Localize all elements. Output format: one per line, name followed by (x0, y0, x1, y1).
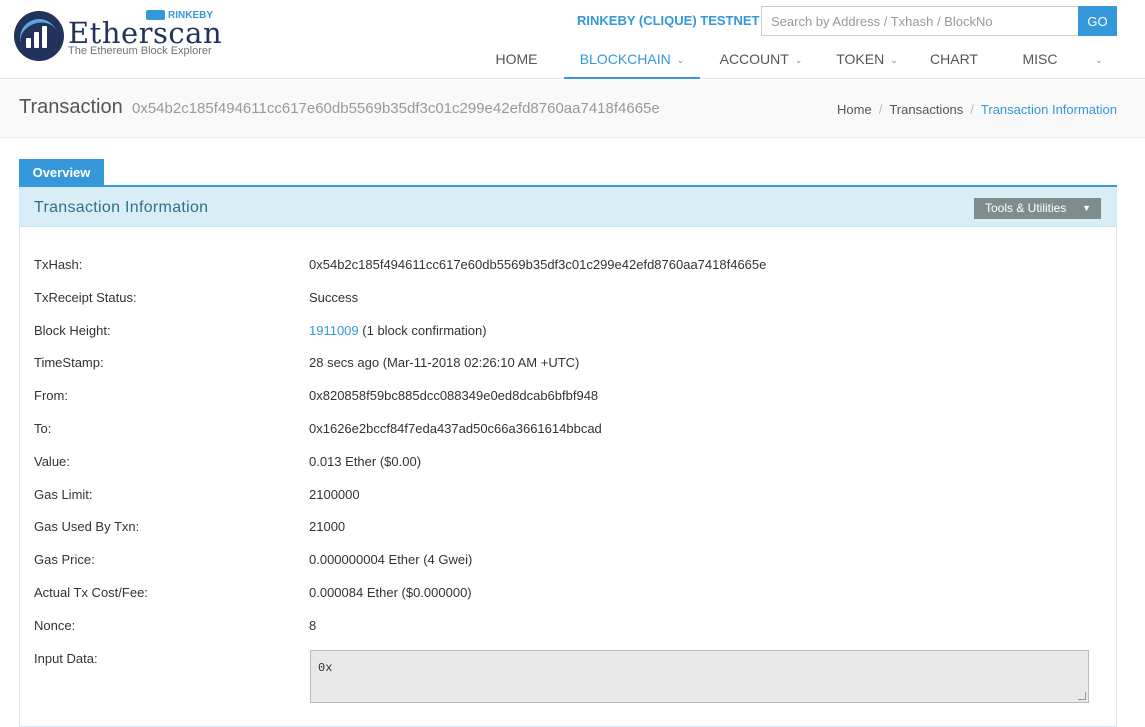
breadcrumb-home[interactable]: Home (837, 102, 872, 117)
nav-chart-label: CHART (930, 51, 978, 67)
txhash-label: TxHash: (34, 257, 83, 272)
nav-account-label: ACCOUNT (719, 51, 789, 67)
detail-row-from: From: 0x820858f59bc885dcc088349e0ed8dcab… (34, 388, 1104, 421)
nav-blockchain[interactable]: BLOCKCHAIN ⌄ (564, 40, 700, 79)
site-header: RINKEBY Etherscan The Ethereum Block Exp… (0, 0, 1145, 79)
search-input[interactable] (761, 6, 1079, 36)
nav-misc-label: MISC (1022, 51, 1058, 67)
nonce-label: Nonce: (34, 617, 76, 633)
chevron-down-icon: ⌄ (1095, 55, 1103, 65)
input-data-label: Input Data: (34, 650, 98, 666)
breadcrumb: Home / Transactions / Transaction Informatio… (837, 102, 1117, 117)
nav-chart[interactable]: CHART (923, 40, 985, 79)
page-title-hash: 0x54b2c185f494611cc617e60db5569b35df3c01… (132, 100, 660, 117)
gas-limit-value: 2100000 (309, 486, 360, 502)
tools-utilities-button[interactable]: Tools & Utilities ▼ (974, 198, 1101, 219)
transaction-details: TxHash: 0x54b2c185f494611cc617e60db5569b… (34, 257, 1104, 683)
breadcrumb-separator: / (970, 102, 974, 117)
page-title: Transaction (19, 96, 123, 118)
detail-row-gas-limit: Gas Limit: 2100000 (34, 487, 1104, 520)
caret-down-icon: ▼ (1082, 203, 1091, 213)
logo-tagline: The Ethereum Block Explorer (68, 45, 212, 57)
chevron-down-icon: ⌄ (890, 55, 898, 65)
tools-utilities-label: Tools & Utilities (985, 201, 1067, 215)
detail-row-gas-price: Gas Price: 0.000000004 Ether (4 Gwei) (34, 552, 1104, 585)
nav-home-label: HOME (495, 51, 538, 67)
detail-row-fee: Actual Tx Cost/Fee: 0.000084 Ether ($0.0… (34, 585, 1104, 618)
gas-used-value: 21000 (309, 519, 346, 535)
detail-row-status: TxReceipt Status: Success (34, 290, 1104, 323)
title-band: Transaction 0x54b2c185f494611cc617e60db5… (0, 80, 1145, 138)
logo-chart-icon (14, 11, 64, 63)
detail-row-to: To: 0x1626e2bccf84f7eda437ad50c66a366161… (34, 421, 1104, 454)
transaction-panel: Transaction Information Tools & Utilitie… (19, 187, 1117, 727)
from-label: From: (34, 388, 68, 404)
chevron-down-icon: ⌄ (794, 55, 803, 65)
input-data-textarea[interactable]: 0x (310, 650, 1089, 703)
detail-row-gas-used: Gas Used By Txn: 21000 (34, 519, 1104, 552)
network-label: RINKEBY (CLIQUE) TESTNET (577, 13, 760, 28)
nav-home[interactable]: HOME (475, 40, 558, 79)
status-value: Success (309, 289, 359, 305)
nav-token-label: TOKEN (836, 51, 885, 67)
from-address-link[interactable]: 0x820858f59bc885dcc088349e0ed8dcab6bfbf9… (309, 388, 598, 403)
nav-account[interactable]: ACCOUNT ⌄ (711, 40, 811, 79)
detail-row-timestamp: TimeStamp: 28 secs ago (Mar-11-2018 02:2… (34, 355, 1104, 388)
fee-value: 0.000084 Ether ($0.000000) (309, 584, 472, 600)
block-height-link[interactable]: 1911009 (309, 323, 359, 338)
gas-used-label: Gas Used By Txn: (34, 519, 140, 535)
breadcrumb-transactions[interactable]: Transactions (889, 102, 963, 117)
detail-row-block: Block Height: 1911009 (1 block confirmat… (34, 323, 1104, 356)
nonce-value: 8 (309, 617, 317, 633)
input-data-value: 0x (318, 661, 333, 675)
tab-bar: Overview (19, 159, 1117, 187)
block-confirmation: (1 block confirmation) (358, 322, 487, 338)
fee-label: Actual Tx Cost/Fee: (34, 584, 148, 600)
breadcrumb-current: Transaction Information (980, 102, 1117, 117)
value-label: Value: (34, 453, 70, 469)
to-address-link[interactable]: 0x1626e2bccf84f7eda437ad50c66a3661614bbc… (309, 421, 602, 436)
timestamp-value: 28 secs ago (Mar-11-2018 02:26:10 AM +UT… (309, 355, 580, 371)
tab-overview[interactable]: Overview (19, 159, 104, 187)
nav-blockchain-label: BLOCKCHAIN (579, 51, 671, 67)
chevron-down-icon: ⌄ (676, 55, 685, 65)
to-label: To: (34, 420, 52, 436)
resize-grip-icon[interactable] (1078, 692, 1086, 700)
nav-token[interactable]: TOKEN ⌄ (827, 40, 907, 79)
txhash-value: 0x54b2c185f494611cc617e60db5569b35df3c01… (309, 257, 767, 272)
nav-misc-dropdown[interactable]: ⌄ (1087, 40, 1111, 79)
gas-price-label: Gas Price: (34, 552, 95, 568)
detail-row-value: Value: 0.013 Ether ($0.00) (34, 454, 1104, 487)
gas-price-value: 0.000000004 Ether (4 Gwei) (309, 552, 473, 568)
gas-limit-label: Gas Limit: (34, 486, 93, 502)
panel-header: Transaction Information Tools & Utilitie… (20, 187, 1116, 227)
value-amount: 0.013 Ether ($0.00) (309, 453, 422, 469)
block-height-label: Block Height: (34, 322, 111, 338)
panel-title: Transaction Information (34, 199, 209, 216)
detail-row-nonce: Nonce: 8 (34, 618, 1104, 651)
timestamp-label: TimeStamp: (34, 355, 104, 371)
detail-row-txhash: TxHash: 0x54b2c185f494611cc617e60db5569b… (34, 257, 1104, 290)
go-button[interactable]: GO (1078, 6, 1117, 36)
status-label: TxReceipt Status: (34, 289, 137, 305)
etherscan-logo[interactable]: RINKEBY Etherscan The Ethereum Block Exp… (14, 8, 222, 68)
nav-misc[interactable]: MISC (1015, 40, 1065, 79)
breadcrumb-separator: / (878, 102, 883, 117)
block-height-value: 1911009 (1 block confirmation) (309, 323, 487, 338)
